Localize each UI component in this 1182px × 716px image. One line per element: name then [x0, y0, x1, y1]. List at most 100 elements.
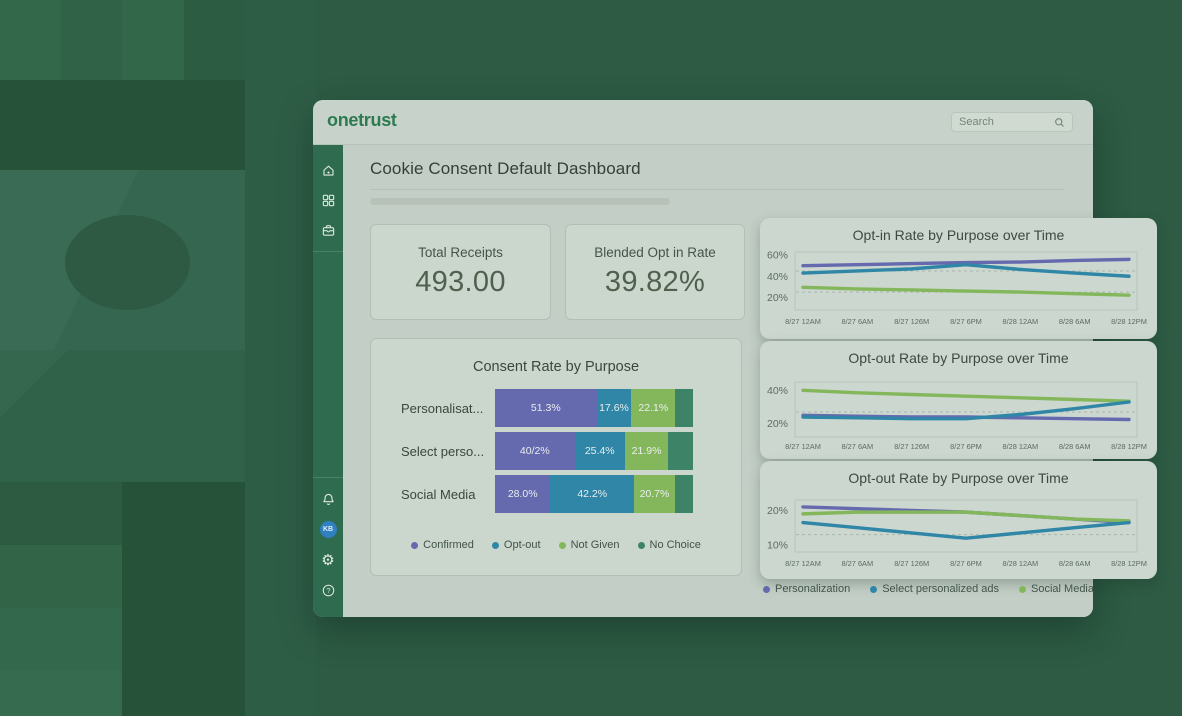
notifications-bell-icon[interactable] [320, 491, 336, 507]
bar-segment-confirmed: 40/2% [495, 432, 575, 470]
svg-text:8/28 6AM: 8/28 6AM [1059, 559, 1091, 568]
bar-segment-opt-out: 42.2% [550, 475, 634, 513]
legend-item: Personalization [763, 583, 850, 595]
legend-label: Not Given [571, 539, 620, 551]
svg-text:8/27 12AM: 8/27 12AM [785, 559, 821, 568]
search-box[interactable] [951, 112, 1073, 132]
opt-out-line-chart-2: 20%10%8/27 12AM8/27 6AM8/27 126M8/27 6PM… [760, 461, 1157, 579]
opt-out-rate-panel-2[interactable]: Opt-out Rate by Purpose over Time 20%10%… [760, 461, 1157, 579]
legend-dot [870, 586, 877, 593]
legend-label: Social Media [1031, 583, 1094, 595]
search-icon [1054, 117, 1065, 128]
svg-text:8/27 6PM: 8/27 6PM [950, 442, 982, 451]
bar-segment-no-choice [668, 432, 693, 470]
legend-dot [1019, 586, 1026, 593]
legend-item: Opt-out [492, 539, 541, 551]
home-icon[interactable] [320, 162, 336, 178]
opt-out-line-chart-1: 40%20%8/27 12AM8/27 6AM8/27 126M8/27 6PM… [760, 341, 1157, 459]
svg-text:20%: 20% [767, 505, 788, 517]
svg-text:8/27 126M: 8/27 126M [894, 559, 929, 568]
briefcase-icon[interactable] [320, 222, 336, 238]
svg-text:8/28 12AM: 8/28 12AM [1002, 317, 1038, 326]
legend-dot [411, 542, 418, 549]
bar-segment-confirmed: 28.0% [495, 475, 550, 513]
gear-glyph: ⚙ [321, 553, 334, 568]
svg-text:8/27 126M: 8/27 126M [894, 442, 929, 451]
legend-item: Select personalized ads [870, 583, 999, 595]
app-header: onetrust [313, 100, 1093, 145]
svg-text:8/27 126M: 8/27 126M [894, 317, 929, 326]
svg-text:40%: 40% [767, 271, 788, 283]
bar-row: Social Media28.0%42.2%20.7% [401, 475, 693, 513]
bar-category-label: Select perso... [401, 444, 495, 459]
sidebar-divider [313, 477, 343, 478]
svg-text:20%: 20% [767, 292, 788, 304]
bar-segment-confirmed: 51.3% [495, 389, 597, 427]
bar-segment-not-given: 22.1% [631, 389, 675, 427]
kpi-label: Total Receipts [418, 245, 503, 260]
chart-title: Consent Rate by Purpose [371, 359, 741, 375]
bg-shape [122, 482, 245, 716]
legend-dot [763, 586, 770, 593]
svg-text:8/28 6AM: 8/28 6AM [1059, 317, 1091, 326]
consent-chart-legend: Confirmed Opt-out Not Given No Choice [371, 539, 741, 551]
legend-label: Personalization [775, 583, 850, 595]
help-icon[interactable]: ? [320, 582, 336, 598]
svg-text:?: ? [326, 586, 330, 595]
stacked-bar[interactable]: 51.3%17.6%22.1% [495, 389, 693, 427]
legend-item: Not Given [559, 539, 620, 551]
opt-out-rate-panel-1[interactable]: Opt-out Rate by Purpose over Time 40%20%… [760, 341, 1157, 459]
kpi-card-total-receipts[interactable]: Total Receipts 493.00 [370, 224, 551, 320]
user-avatar[interactable]: KB [320, 521, 337, 538]
kpi-value: 39.82% [605, 266, 705, 299]
svg-text:60%: 60% [767, 250, 788, 262]
svg-text:8/27 6AM: 8/27 6AM [842, 317, 874, 326]
legend-item: No Choice [638, 539, 701, 551]
svg-text:8/27 12AM: 8/27 12AM [785, 442, 821, 451]
bg-shape [184, 0, 245, 80]
bar-segment-not-given: 20.7% [634, 475, 675, 513]
svg-text:8/27 12AM: 8/27 12AM [785, 317, 821, 326]
onetrust-logo: onetrust [327, 110, 397, 131]
svg-text:8/28 12AM: 8/28 12AM [1002, 442, 1038, 451]
opt-in-line-chart: 60% 40% 20% 8/27 12AM 8/27 6AM 8/27 126M 8/27 … [760, 218, 1157, 339]
bg-shape [0, 350, 245, 482]
svg-text:8/28 12AM: 8/28 12AM [1002, 559, 1038, 568]
svg-text:8/27 6PM: 8/27 6PM [950, 559, 982, 568]
apps-grid-icon[interactable] [320, 192, 336, 208]
bg-shape [61, 0, 122, 80]
svg-text:8/28 12PM: 8/28 12PM [1111, 442, 1147, 451]
kpi-value: 493.00 [415, 266, 506, 299]
svg-text:40%: 40% [767, 385, 788, 397]
legend-item: Confirmed [411, 539, 474, 551]
legend-dot [559, 542, 566, 549]
svg-text:8/28 12PM: 8/28 12PM [1111, 317, 1147, 326]
bg-shape [122, 0, 184, 80]
legend-label: Opt-out [504, 539, 541, 551]
sidebar-divider [313, 251, 343, 252]
legend-item: Social Media [1019, 583, 1094, 595]
stacked-bar[interactable]: 28.0%42.2%20.7% [495, 475, 693, 513]
bar-category-label: Social Media [401, 487, 495, 502]
legend-label: Confirmed [423, 539, 474, 551]
legend-label: Select personalized ads [882, 583, 999, 595]
stacked-bar-chart: Personalisat...51.3%17.6%22.1%Select per… [401, 389, 693, 513]
bg-shape [0, 80, 245, 170]
legend-label: No Choice [650, 539, 701, 551]
bar-row: Select perso...40/2%25.4%21.9% [401, 432, 693, 470]
settings-gear-icon[interactable]: ⚙ [320, 552, 336, 568]
bar-segment-not-given: 21.9% [625, 432, 668, 470]
legend-dot [492, 542, 499, 549]
page-title: Cookie Consent Default Dashboard [370, 159, 641, 179]
bg-shape [0, 608, 122, 670]
bar-segment-opt-out: 25.4% [575, 432, 625, 470]
search-input[interactable] [959, 116, 1054, 128]
bg-shape [245, 0, 316, 716]
consent-rate-by-purpose-card[interactable]: Consent Rate by Purpose Personalisat...5… [370, 338, 742, 576]
opt-in-rate-panel[interactable]: Opt-in Rate by Purpose over Time 60%40%2… [760, 218, 1157, 339]
bar-segment-opt-out: 17.6% [597, 389, 632, 427]
kpi-card-blended-opt-in-rate[interactable]: Blended Opt in Rate 39.82% [565, 224, 745, 320]
stacked-bar[interactable]: 40/2%25.4%21.9% [495, 432, 693, 470]
svg-text:8/27 6PM: 8/27 6PM [950, 317, 982, 326]
svg-text:8/28 12PM: 8/28 12PM [1111, 559, 1147, 568]
